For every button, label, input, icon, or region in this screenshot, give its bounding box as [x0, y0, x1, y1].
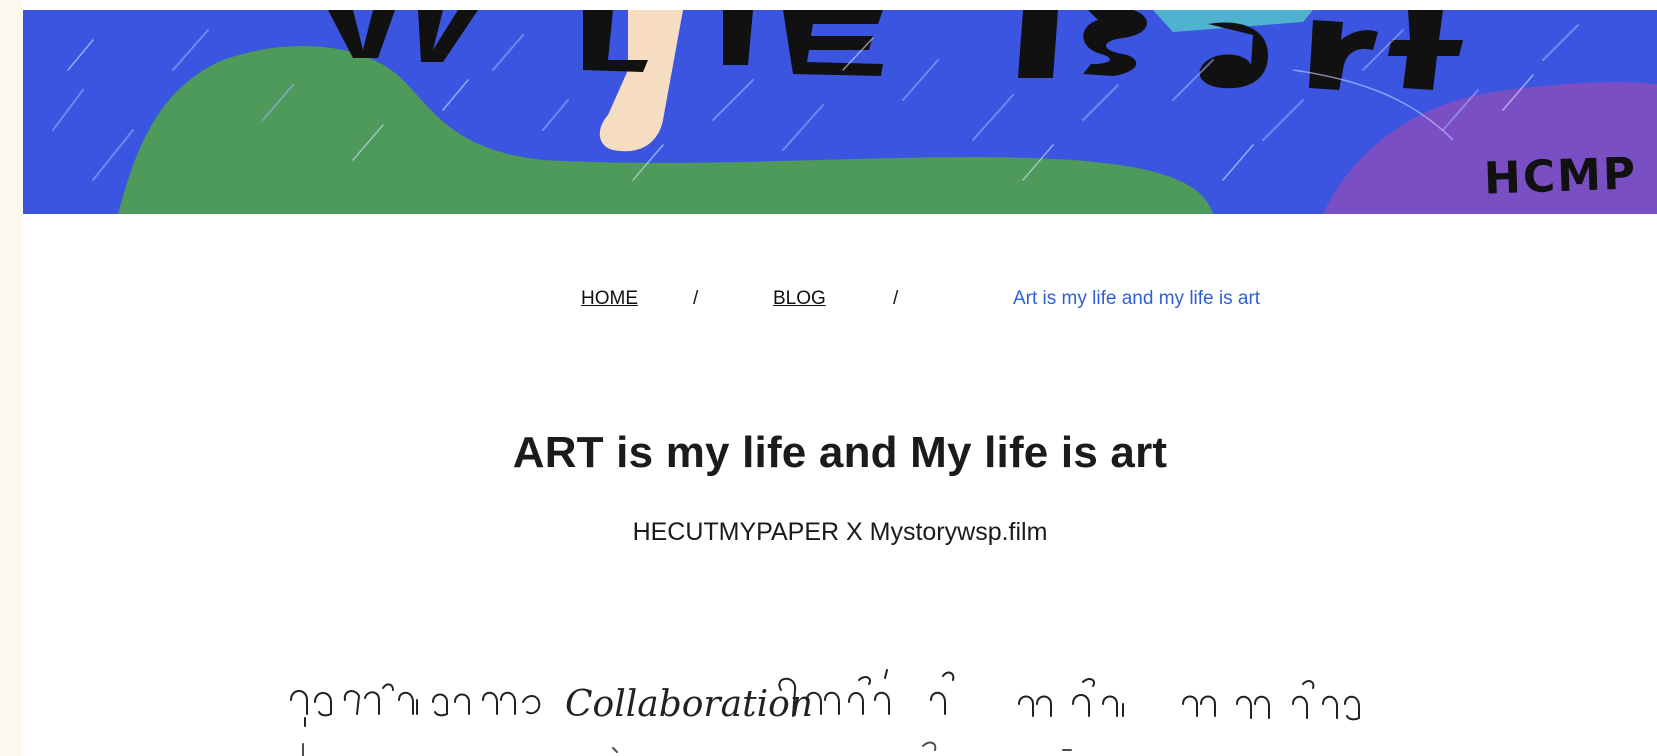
page: HCMP HOME / BLOG / Art is my life and my…: [23, 0, 1657, 756]
handwritten-note-image: Collaboration: [283, 660, 1403, 756]
post-title: ART is my life and My life is art: [512, 428, 1168, 477]
breadcrumb: HOME / BLOG / Art is my life and my life…: [23, 288, 1657, 314]
breadcrumb-separator: /: [693, 288, 699, 309]
handwriting-illustration: Collaboration: [290, 669, 1360, 756]
breadcrumb-current-page: Art is my life and my life is art: [1013, 288, 1261, 309]
hero-illustration: [23, 10, 1657, 214]
post-subtitle: HECUTMYPAPER X Mystorywsp.film: [632, 518, 1048, 546]
handwriting-latin-word: Collaboration: [565, 684, 813, 725]
breadcrumb-separator: /: [893, 288, 899, 309]
hcmp-logo: HCMP: [1483, 148, 1638, 205]
breadcrumb-home-link[interactable]: HOME: [581, 288, 638, 310]
breadcrumb-blog-link[interactable]: BLOG: [773, 288, 826, 310]
hero-banner: HCMP: [23, 10, 1657, 214]
